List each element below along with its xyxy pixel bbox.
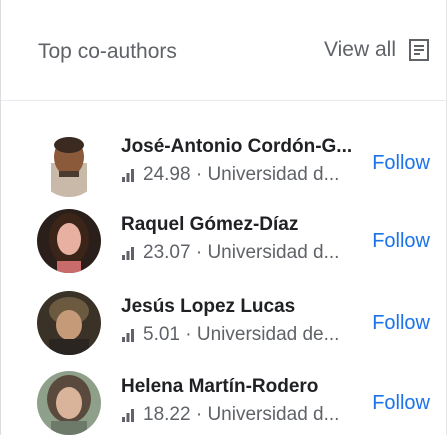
coauthor-row: Raquel Gómez-Díaz 23.07 · Universidad d.…: [1, 206, 446, 284]
coauthor-row: Jesús Lopez Lucas 5.01 · Universidad de.…: [1, 288, 446, 366]
follow-button[interactable]: Follow: [372, 152, 430, 175]
list-icon: [409, 39, 429, 61]
follow-button[interactable]: Follow: [372, 230, 430, 253]
bar-chart-icon: [122, 169, 134, 182]
coauthor-metric-affiliation: 5.01 · Universidad de...: [143, 324, 340, 345]
coauthor-name[interactable]: José-Antonio Cordón-G...: [121, 136, 352, 158]
coauthor-meta: 23.07 · Universidad d...: [121, 242, 339, 264]
top-coauthors-panel: Top co-authors View all José-Antonio Cor…: [0, 0, 447, 435]
coauthor-row: José-Antonio Cordón-G... 24.98 · Univers…: [1, 128, 446, 206]
coauthor-meta: 18.22 · Universidad d...: [121, 404, 339, 426]
avatar-photo: [37, 371, 101, 435]
coauthor-name[interactable]: Jesús Lopez Lucas: [121, 296, 295, 318]
avatar-photo: [37, 291, 101, 355]
panel-title: Top co-authors: [38, 40, 177, 63]
avatar[interactable]: [37, 371, 101, 435]
coauthor-name[interactable]: Helena Martín-Rodero: [121, 376, 318, 398]
coauthor-row: Helena Martín-Rodero 18.22 · Universidad…: [1, 368, 446, 446]
follow-button[interactable]: Follow: [372, 392, 430, 415]
coauthor-meta: 5.01 · Universidad de...: [121, 324, 339, 346]
avatar-photo: [37, 133, 101, 197]
coauthor-meta: 24.98 · Universidad d...: [121, 164, 339, 186]
bar-chart-icon: [122, 409, 134, 422]
coauthor-metric-affiliation: 18.22 · Universidad d...: [143, 404, 340, 425]
follow-button[interactable]: Follow: [372, 312, 430, 335]
avatar[interactable]: [37, 291, 101, 355]
bar-chart-icon: [122, 247, 134, 260]
coauthor-name[interactable]: Raquel Gómez-Díaz: [121, 214, 298, 236]
view-all-button[interactable]: View all: [324, 38, 430, 62]
bar-chart-icon: [122, 329, 134, 342]
avatar-photo: [37, 209, 101, 273]
view-all-label: View all: [324, 38, 396, 61]
coauthor-metric-affiliation: 23.07 · Universidad d...: [143, 242, 340, 263]
panel-header: Top co-authors View all: [1, 0, 446, 101]
avatar[interactable]: [37, 133, 101, 197]
avatar[interactable]: [37, 209, 101, 273]
coauthor-metric-affiliation: 24.98 · Universidad d...: [143, 164, 340, 185]
